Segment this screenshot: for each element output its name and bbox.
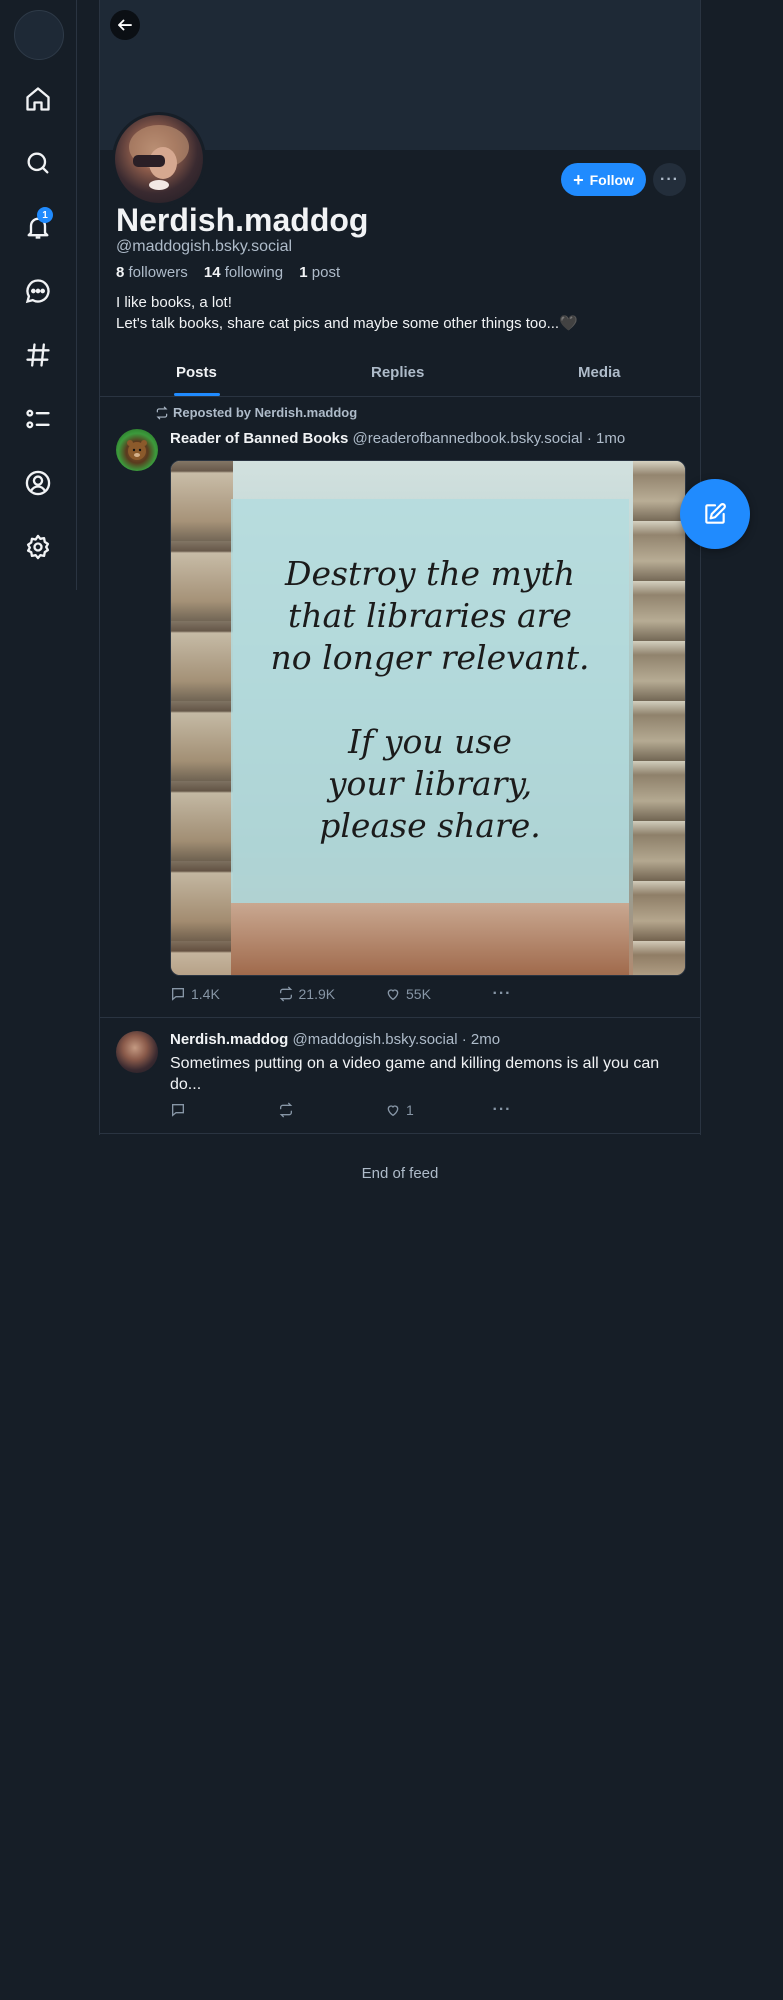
profile-tabs: Posts Replies Media xyxy=(100,352,700,397)
profile-stats: 8 followers 14 following 1 post xyxy=(116,264,352,281)
bookshelf-right xyxy=(633,461,685,975)
profile-bio: I like books, a lot! Let's talk books, s… xyxy=(116,294,578,332)
like-button[interactable]: 55K xyxy=(385,986,493,1002)
profile-main-column: + Follow ··· Nerdish.maddog @maddogish.b… xyxy=(99,0,701,1182)
author-avatar[interactable] xyxy=(116,1031,158,1073)
profile-photo xyxy=(129,125,189,190)
heart-icon xyxy=(387,989,399,1001)
post-actions: 1 ··· xyxy=(170,1100,600,1120)
library-floor xyxy=(231,903,629,975)
reply-button[interactable] xyxy=(170,1102,278,1118)
feed-post[interactable]: Nerdish.maddog @maddogish.bsky.social · … xyxy=(100,1017,700,1134)
compose-icon xyxy=(705,503,726,524)
post-author[interactable]: Nerdish.maddog xyxy=(170,1031,288,1048)
heart-icon xyxy=(387,1105,399,1117)
more-options-button[interactable]: ··· xyxy=(653,163,686,196)
post-image[interactable]: Destroy the myth that libraries are no l… xyxy=(170,460,686,976)
repost-indicator: Reposted by Nerdish.maddog xyxy=(155,405,357,420)
post-text: Sometimes putting on a video game and ki… xyxy=(170,1055,660,1093)
list-icon[interactable] xyxy=(22,403,54,435)
ellipsis-icon: ··· xyxy=(492,1101,512,1118)
post-handle[interactable]: @maddogish.bsky.social xyxy=(293,1031,458,1048)
home-icon[interactable] xyxy=(22,83,54,115)
notification-badge: 1 xyxy=(37,207,53,223)
chat-icon[interactable] xyxy=(22,275,54,307)
tab-replies[interactable]: Replies xyxy=(371,364,424,381)
tab-posts[interactable]: Posts xyxy=(176,364,217,381)
post-actions: 1.4K 21.9K 55K ··· xyxy=(170,984,600,1004)
tab-media[interactable]: Media xyxy=(578,364,621,381)
compose-post-button[interactable] xyxy=(680,479,750,549)
profile-icon[interactable] xyxy=(22,467,54,499)
gear-icon[interactable] xyxy=(22,531,54,563)
follow-button[interactable]: + Follow xyxy=(561,163,646,196)
active-tab-indicator xyxy=(174,393,220,396)
image-quote-text: Destroy the myth that libraries are no l… xyxy=(270,554,590,845)
end-of-feed-text: End of feed xyxy=(361,1165,439,1182)
post-more-button[interactable]: ··· xyxy=(493,1101,601,1119)
bell-icon[interactable]: 1 xyxy=(22,207,54,243)
post-meta: Reader of Banned Books @readerofbannedbo… xyxy=(170,430,625,447)
post-meta: Nerdish.maddog @maddogish.bsky.social · … xyxy=(170,1031,500,1048)
repost-icon xyxy=(279,1102,292,1118)
ellipsis-icon: ··· xyxy=(492,985,512,1002)
following-stat[interactable]: 14 following xyxy=(204,264,289,281)
repost-button[interactable]: 21.9K xyxy=(278,986,386,1002)
search-icon[interactable] xyxy=(22,147,54,179)
current-user-avatar[interactable] xyxy=(14,10,64,60)
followers-stat[interactable]: 8 followers xyxy=(116,264,194,281)
profile-handle: @maddogish.bsky.social xyxy=(116,238,293,255)
post-time[interactable]: · 1mo xyxy=(587,430,625,447)
reply-icon xyxy=(172,988,184,1001)
posts-stat: 1 post xyxy=(299,264,341,281)
post-time[interactable]: · 2mo xyxy=(462,1031,500,1048)
hashtag-icon[interactable] xyxy=(22,339,54,371)
feed-post[interactable]: Reposted by Nerdish.maddog Reader of Ban… xyxy=(100,397,700,1018)
reply-button[interactable]: 1.4K xyxy=(170,986,278,1002)
back-button[interactable] xyxy=(110,10,140,40)
bookshelf-left xyxy=(171,461,233,975)
arrow-left-icon xyxy=(118,19,132,31)
bear-avatar-image xyxy=(127,440,147,460)
ellipsis-icon: ··· xyxy=(660,170,679,188)
reply-icon xyxy=(172,1104,184,1117)
post-more-button[interactable]: ··· xyxy=(493,985,601,1003)
left-sidebar: 1 xyxy=(0,0,77,590)
repost-icon xyxy=(156,406,168,419)
post-author[interactable]: Reader of Banned Books xyxy=(170,430,348,447)
display-name: Nerdish.maddog xyxy=(116,202,369,238)
author-avatar[interactable] xyxy=(116,429,158,471)
plus-icon: + xyxy=(573,169,584,190)
post-handle[interactable]: @readerofbannedbook.bsky.social xyxy=(353,430,583,447)
profile-avatar[interactable] xyxy=(112,112,206,206)
follow-label: Follow xyxy=(589,171,634,188)
repost-icon xyxy=(279,986,292,1002)
like-button[interactable]: 1 xyxy=(385,1102,493,1118)
repost-button[interactable] xyxy=(278,1102,386,1118)
